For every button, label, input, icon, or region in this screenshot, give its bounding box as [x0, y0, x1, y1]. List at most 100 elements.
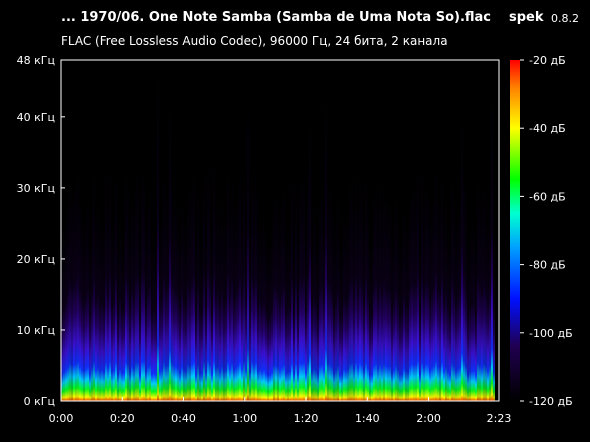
- spectrum-column: [349, 183, 351, 401]
- spectrum-column: [121, 235, 123, 401]
- spectrum-column: [201, 240, 203, 401]
- spectrum-column: [413, 189, 415, 401]
- spectrum-column: [405, 224, 407, 401]
- spectrum-column: [371, 245, 373, 401]
- spectrum-column: [89, 242, 91, 401]
- spectrum-column: [455, 222, 457, 401]
- spectrum-column: [481, 202, 483, 401]
- spectrum-column: [83, 219, 85, 401]
- spectrum-column: [487, 223, 489, 401]
- spectrum-column: [207, 158, 209, 401]
- spectrum-column: [457, 210, 459, 401]
- x-tick-label: 1:00: [232, 412, 257, 425]
- spectrum-column: [271, 232, 273, 401]
- spectrum-column: [315, 220, 317, 401]
- spectrum-column: [353, 208, 355, 401]
- colorbar-tick-label: -60 дБ: [529, 190, 566, 203]
- spectrum-column: [143, 164, 145, 401]
- spectrum-column: [369, 243, 371, 401]
- spectrum-column: [355, 172, 357, 401]
- spectrum-column: [397, 213, 399, 401]
- spectrum-column: [91, 204, 93, 401]
- spectrum-column: [259, 213, 261, 401]
- spectrum-column: [377, 208, 379, 401]
- spectrum-column: [249, 227, 251, 401]
- spectrum-column: [181, 199, 183, 401]
- spectrum-column: [95, 218, 97, 401]
- spectrum-column: [239, 172, 241, 401]
- spectrum-column: [113, 219, 115, 401]
- spectrum-column: [103, 227, 105, 401]
- spectrum-column: [185, 222, 187, 401]
- spectrum-column: [93, 170, 95, 401]
- spectrum-column: [469, 227, 471, 401]
- spectrum-column: [419, 244, 421, 401]
- spectrum-column: [327, 179, 329, 401]
- spectrum-column: [441, 173, 443, 401]
- y-tick-label: 40 кГц: [17, 111, 55, 124]
- spectrum-column: [119, 214, 121, 401]
- spectrum-column: [359, 178, 361, 401]
- spectrum-column: [145, 224, 147, 401]
- spectrum-column: [461, 115, 463, 401]
- y-tick-label: 48 кГц: [17, 54, 55, 67]
- x-tick-label: 2:23: [487, 412, 512, 425]
- spectrum-column: [389, 198, 391, 401]
- spectrum-column: [229, 210, 231, 401]
- spectrum-column: [431, 203, 433, 401]
- spectrum-column: [463, 163, 465, 401]
- x-tick-label: 2:00: [416, 412, 441, 425]
- spectrum-column: [465, 193, 467, 401]
- spectrum-column: [151, 244, 153, 401]
- spectrum-column: [205, 230, 207, 401]
- spectrum-column: [417, 165, 419, 401]
- spectrum-column: [137, 171, 139, 401]
- x-tick-label: 0:00: [49, 412, 74, 425]
- spectrum-column: [311, 223, 313, 401]
- y-tick-label: 30 кГц: [17, 182, 55, 195]
- spectrum-column: [183, 216, 185, 401]
- spectrum-column: [375, 178, 377, 401]
- spectrum-column: [351, 174, 353, 401]
- spectrum-column: [331, 201, 333, 401]
- spectrum-column: [97, 203, 99, 401]
- spectrum-column: [131, 194, 133, 401]
- spectrum-column: [291, 178, 293, 401]
- y-tick-label: 0 кГц: [24, 395, 55, 408]
- spectrum-column: [321, 185, 323, 401]
- spectrum-column: [361, 188, 363, 401]
- spectrum-column: [475, 246, 477, 401]
- spectrum-column: [345, 222, 347, 401]
- spectrum-column: [107, 203, 109, 401]
- colorbar-axis: -20 дБ -40 дБ -60 дБ -80 дБ -100 дБ -120 дБ: [520, 54, 573, 408]
- spectrum-column: [281, 200, 283, 401]
- spectrum-column: [75, 178, 77, 401]
- spectrum-column: [267, 247, 269, 401]
- spectrum-column: [317, 242, 319, 401]
- spectrum-column: [125, 171, 127, 401]
- spectrum-column: [193, 169, 195, 401]
- y-axis: 0 кГц 10 кГц 20 кГц 30 кГц 40 кГц 48 кГц: [17, 54, 65, 408]
- spectrum-column: [135, 172, 137, 401]
- spectrum-column: [323, 214, 325, 401]
- spectrum-column: [225, 212, 227, 401]
- spectrum-column: [197, 185, 199, 401]
- spectrum-column: [163, 171, 165, 401]
- spectrum-column: [169, 102, 171, 402]
- spectrum-column: [177, 206, 179, 401]
- spectrum-column: [391, 233, 393, 401]
- spectrum-column: [373, 194, 375, 401]
- spectrum-column: [421, 174, 423, 401]
- colorbar-tick-label: -40 дБ: [529, 122, 566, 135]
- colorbar-tick-label: -120 дБ: [529, 395, 573, 408]
- spectrum-column: [211, 242, 213, 401]
- spectrum-column: [253, 186, 255, 401]
- spectrum-column: [433, 189, 435, 401]
- spectrum-column: [485, 194, 487, 401]
- spectrum-column: [141, 168, 143, 401]
- spectrum-column: [279, 219, 281, 401]
- spectrum-column: [329, 185, 331, 401]
- spectrum-column: [313, 207, 315, 401]
- spectrogram-chart: 0:00 0:20 0:40 1:00 1:20 1:40 2:00 2:23 0 кГц 10…: [17, 54, 573, 425]
- spectrum-column: [297, 238, 299, 401]
